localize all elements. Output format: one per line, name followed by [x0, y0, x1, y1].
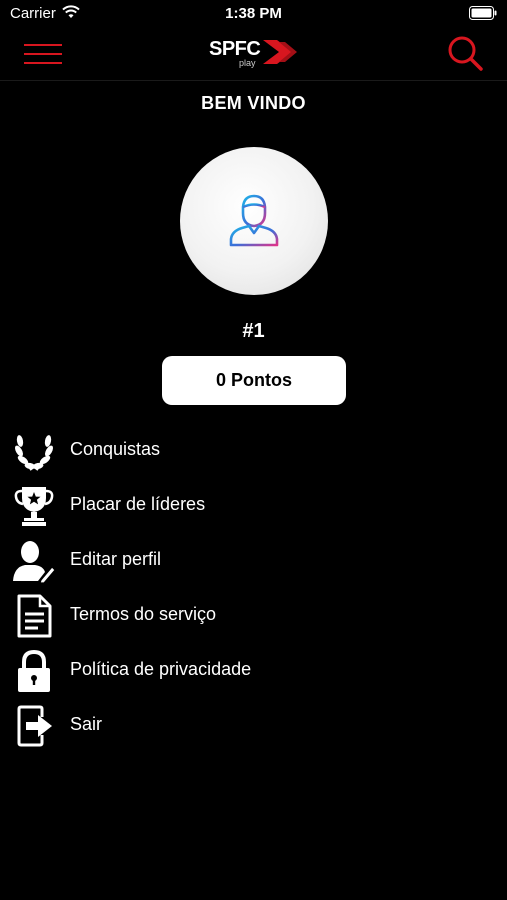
- menu-item-placar-de-lideres[interactable]: Placar de líderes: [0, 480, 507, 530]
- search-icon: [448, 36, 483, 71]
- avatar[interactable]: [180, 147, 328, 295]
- play-arrow-icon: [263, 40, 299, 69]
- status-bar: Carrier 1:38 PM: [0, 0, 507, 28]
- document-icon: [12, 594, 56, 638]
- menu-item-label: Termos do serviço: [70, 604, 217, 624]
- clock: 1:38 PM: [225, 5, 282, 22]
- menu-item-conquistas[interactable]: Conquistas: [0, 425, 507, 475]
- menu-item-editar-perfil[interactable]: Editar perfil: [0, 535, 507, 585]
- points-button[interactable]: 0 Pontos: [162, 356, 346, 405]
- menu-item-sair[interactable]: Sair: [0, 700, 507, 750]
- laurel-wreath-icon: [12, 429, 56, 473]
- menu-item-label: Placar de líderes: [70, 494, 206, 514]
- welcome-title: BEM VINDO: [201, 93, 306, 113]
- nav-bar: SPFC play: [0, 28, 507, 81]
- trophy-icon: [12, 484, 56, 528]
- menu-item-label: Editar perfil: [70, 549, 162, 569]
- user-icon: [229, 194, 279, 247]
- rank-label: #1: [242, 320, 265, 342]
- spfc-play-logo: SPFC play: [209, 38, 301, 68]
- menu-item-label: Política de privacidade: [70, 659, 252, 679]
- menu-item-label: Conquistas: [70, 439, 161, 459]
- hamburger-menu-button[interactable]: [24, 38, 64, 68]
- menu-item-politica-de-privacidade[interactable]: Política de privacidade: [0, 645, 507, 695]
- edit-profile-icon: [12, 539, 56, 584]
- search-button[interactable]: [446, 34, 486, 74]
- logo-subtext: play: [239, 58, 256, 68]
- battery-icon: [469, 6, 497, 25]
- lock-icon: [12, 649, 56, 693]
- menu-item-label: Sair: [70, 714, 103, 734]
- logout-icon: [12, 704, 56, 748]
- menu-item-termos-do-servico[interactable]: Termos do serviço: [0, 590, 507, 640]
